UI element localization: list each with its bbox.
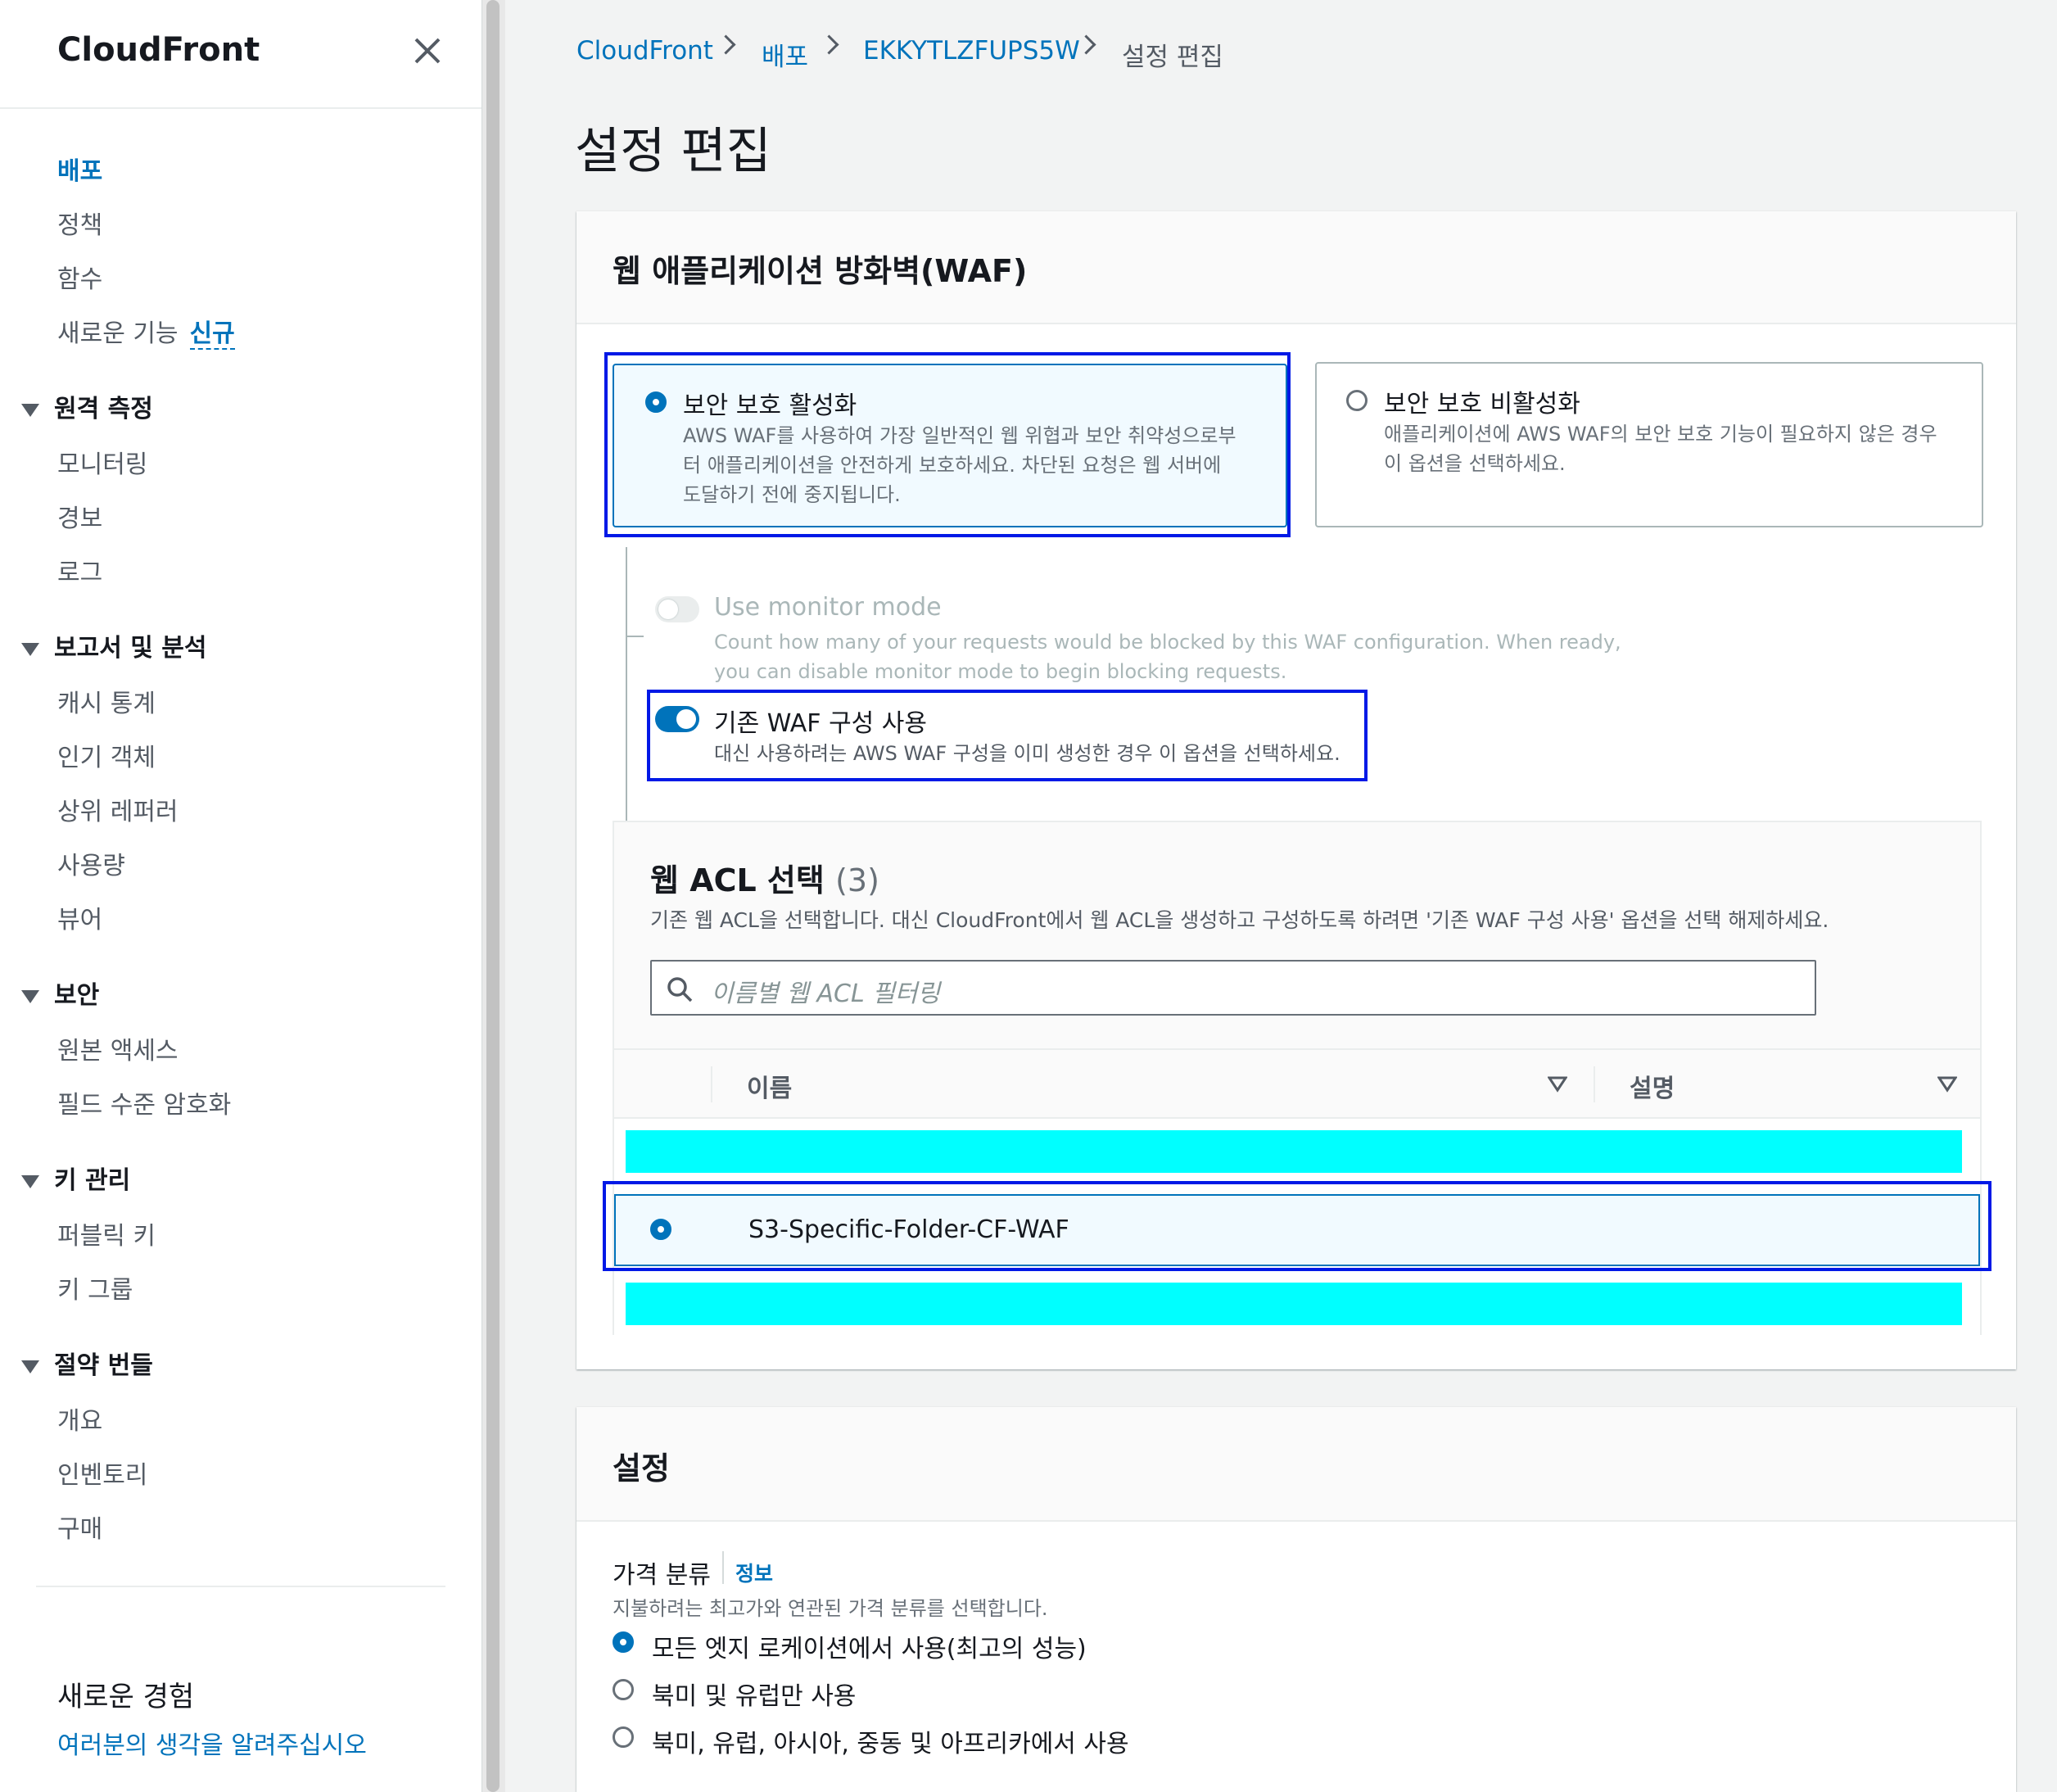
redacted-row: [626, 1130, 1962, 1173]
desc-line: 이 옵션을 선택하세요.: [1384, 452, 1566, 475]
new-badge: 신규: [189, 319, 235, 350]
caret-down-icon: [21, 1360, 39, 1373]
nav-field-encryption[interactable]: 필드 수준 암호화: [57, 1084, 231, 1120]
feedback-link[interactable]: 여러분의 생각을 알려주십시오: [57, 1725, 367, 1761]
nav-distributions[interactable]: 배포: [57, 151, 102, 187]
column-header-name[interactable]: 이름: [747, 1068, 792, 1104]
info-link[interactable]: 정보: [735, 1558, 773, 1587]
divider: [722, 1551, 724, 1584]
nav-alarms[interactable]: 경보: [57, 498, 102, 534]
scrollbar-thumb[interactable]: [486, 0, 500, 1792]
nav-inventory[interactable]: 인벤토리: [57, 1455, 147, 1491]
desc-line: Count how many of your requests would be…: [714, 631, 1621, 654]
page-title: 설정 편집: [575, 123, 771, 180]
section-security[interactable]: 보안: [21, 975, 99, 1011]
monitor-mode-toggle[interactable]: [655, 596, 699, 622]
section-reports[interactable]: 보고서 및 분석: [21, 627, 207, 663]
section-label: 키 관리: [54, 1166, 131, 1195]
service-title: CloudFront: [57, 31, 260, 69]
section-label: 절약 번들: [54, 1351, 153, 1380]
breadcrumb-cloudfront[interactable]: CloudFront: [576, 36, 713, 66]
table-header: 이름 설명: [614, 1048, 1980, 1119]
divider: [0, 107, 481, 109]
highlight-box: [604, 352, 1291, 537]
desc-line: you can disable monitor mode to begin bl…: [714, 660, 1287, 683]
web-acl-description: 기존 웹 ACL을 선택합니다. 대신 CloudFront에서 웹 ACL을 …: [650, 908, 1829, 932]
desc-line: 애플리케이션에 AWS WAF의 보안 보호 기능이 필요하지 않은 경우: [1384, 423, 1937, 446]
waf-panel: 웹 애플리케이션 방화벽(WAF) 보안 보호 활성화 AWS WAF를 사용하…: [576, 211, 2016, 1369]
monitor-mode-title: Use monitor mode: [714, 593, 942, 622]
disable-protection-tile[interactable]: 보안 보호 비활성화 애플리케이션에 AWS WAF의 보안 보호 기능이 필요…: [1315, 362, 1983, 527]
sort-caret-icon[interactable]: [1548, 1076, 1567, 1093]
caret-down-icon: [21, 403, 39, 417]
monitor-mode-description: Count how many of your requests would be…: [714, 627, 1621, 686]
nav-top-referrers[interactable]: 상위 레퍼러: [57, 791, 179, 827]
column-header-description[interactable]: 설명: [1630, 1068, 1675, 1104]
section-label: 원격 측정: [54, 395, 153, 423]
breadcrumb-current: 설정 편집: [1122, 43, 1223, 72]
nav-cache-stats[interactable]: 캐시 통계: [57, 683, 156, 719]
column-divider: [711, 1066, 712, 1102]
nav-logs[interactable]: 로그: [57, 552, 102, 588]
column-divider: [1594, 1066, 1595, 1102]
section-key-management[interactable]: 키 관리: [21, 1160, 130, 1196]
close-icon[interactable]: [409, 33, 445, 69]
nav-key-groups[interactable]: 키 그룹: [57, 1269, 133, 1306]
highlight-box: [603, 1181, 1991, 1271]
option-na-eu[interactable]: 북미 및 유럽만 사용: [652, 1676, 856, 1712]
nav-popular-objects[interactable]: 인기 객체: [57, 737, 156, 773]
nav-usage[interactable]: 사용량: [57, 845, 125, 881]
web-acl-count: (3): [835, 862, 879, 898]
nav-whats-new[interactable]: 새로운 기능 신규: [57, 313, 235, 350]
caret-down-icon: [21, 989, 39, 1003]
highlight-box: [647, 690, 1368, 781]
section-savings-bundle[interactable]: 절약 번들: [21, 1345, 153, 1381]
price-class-description: 지불하려는 최고가와 연관된 가격 분류를 선택합니다.: [613, 1597, 1048, 1620]
tree-line: [626, 636, 644, 637]
nav-viewers[interactable]: 뷰어: [57, 899, 102, 935]
chevron-right-icon: [819, 34, 839, 55]
settings-title: 설정: [613, 1450, 670, 1487]
nav-purchase[interactable]: 구매: [57, 1509, 102, 1545]
nav-policies[interactable]: 정책: [57, 205, 102, 241]
nav-overview[interactable]: 개요: [57, 1401, 102, 1437]
section-telemetry[interactable]: 원격 측정: [21, 388, 153, 424]
chevron-right-icon: [716, 34, 736, 55]
price-class-label: 가격 분류: [613, 1561, 711, 1590]
redacted-row: [626, 1283, 1962, 1325]
nav-monitoring[interactable]: 모니터링: [57, 444, 147, 480]
web-acl-title: 웹 ACL 선택 (3): [650, 855, 879, 900]
section-label: 보안: [54, 981, 100, 1010]
radio-all-edge[interactable]: [613, 1631, 634, 1653]
sidebar: CloudFront 배포 정책 함수 새로운 기능 신규 원격 측정 모니터링 …: [0, 0, 481, 1792]
nav-whats-new-label: 새로운 기능: [57, 319, 179, 348]
search-icon: [667, 977, 693, 1002]
section-label: 보고서 및 분석: [54, 634, 207, 663]
option-na-eu-asia[interactable]: 북미, 유럽, 아시아, 중동 및 아프리카에서 사용: [652, 1723, 1129, 1759]
nav-functions[interactable]: 함수: [57, 259, 102, 295]
divider: [36, 1586, 445, 1587]
caret-down-icon: [21, 642, 39, 656]
nav-public-keys[interactable]: 퍼블릭 키: [57, 1215, 156, 1251]
settings-panel: 설정 가격 분류 정보 지불하려는 최고가와 연관된 가격 분류를 선택합니다.…: [576, 1407, 2016, 1792]
tile-title: 보안 보호 비활성화: [1384, 390, 1580, 419]
radio-na-eu[interactable]: [613, 1679, 634, 1700]
breadcrumb-distributions[interactable]: 배포: [762, 36, 808, 73]
radio-unselected[interactable]: [1346, 390, 1368, 411]
nav-origin-access[interactable]: 원본 액세스: [57, 1030, 179, 1066]
sort-caret-icon[interactable]: [1937, 1076, 1957, 1093]
breadcrumb-distribution-id[interactable]: EKKYTLZFUPS5W: [863, 36, 1080, 66]
tile-description: 애플리케이션에 AWS WAF의 보안 보호 기능이 필요하지 않은 경우 이 …: [1384, 419, 1937, 478]
web-acl-title-text: 웹 ACL 선택: [650, 862, 825, 898]
panel-header: 설정: [576, 1407, 2016, 1522]
acl-filter-placeholder: 이름별 웹 ACL 필터링: [711, 980, 940, 1008]
experience-title: 새로운 경험: [57, 1681, 195, 1713]
option-all-edge[interactable]: 모든 엣지 로케이션에서 사용(최고의 성능): [652, 1628, 1087, 1664]
acl-filter-input[interactable]: 이름별 웹 ACL 필터링: [650, 960, 1816, 1016]
waf-title: 웹 애플리케이션 방화벽(WAF): [613, 253, 1028, 289]
panel-header: 웹 애플리케이션 방화벽(WAF): [576, 211, 2016, 324]
caret-down-icon: [21, 1174, 39, 1188]
radio-na-eu-asia[interactable]: [613, 1726, 634, 1748]
